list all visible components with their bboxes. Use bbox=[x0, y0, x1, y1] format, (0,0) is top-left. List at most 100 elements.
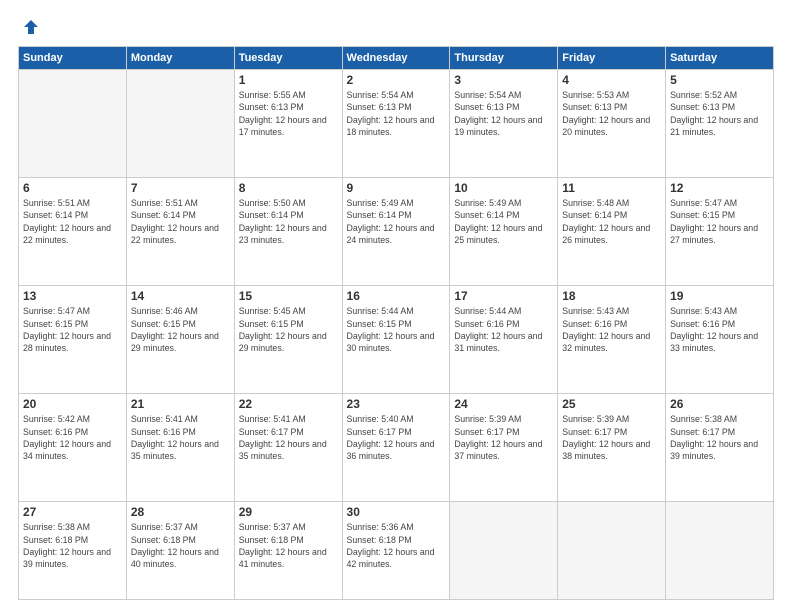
day-number: 29 bbox=[239, 505, 338, 519]
day-info: Sunrise: 5:51 AMSunset: 6:14 PMDaylight:… bbox=[23, 197, 122, 246]
day-number: 17 bbox=[454, 289, 553, 303]
day-number: 16 bbox=[347, 289, 446, 303]
calendar-cell: 25 Sunrise: 5:39 AMSunset: 6:17 PMDayligh… bbox=[558, 394, 666, 502]
day-info: Sunrise: 5:48 AMSunset: 6:14 PMDaylight:… bbox=[562, 197, 661, 246]
day-info: Sunrise: 5:41 AMSunset: 6:17 PMDaylight:… bbox=[239, 413, 338, 462]
day-info: Sunrise: 5:54 AMSunset: 6:13 PMDaylight:… bbox=[347, 89, 446, 138]
day-info: Sunrise: 5:38 AMSunset: 6:18 PMDaylight:… bbox=[23, 521, 122, 570]
calendar-cell: 28 Sunrise: 5:37 AMSunset: 6:18 PMDayligh… bbox=[126, 502, 234, 600]
day-info: Sunrise: 5:44 AMSunset: 6:15 PMDaylight:… bbox=[347, 305, 446, 354]
calendar-cell: 30Sunrise: 5:36 AMSunset: 6:18 PMDayligh… bbox=[342, 502, 450, 600]
day-info: Sunrise: 5:49 AMSunset: 6:14 PMDaylight:… bbox=[347, 197, 446, 246]
day-info: Sunrise: 5:42 AMSunset: 6:16 PMDaylight:… bbox=[23, 413, 122, 462]
day-number: 7 bbox=[131, 181, 230, 195]
calendar-cell: 16 Sunrise: 5:44 AMSunset: 6:15 PMDayligh… bbox=[342, 286, 450, 394]
calendar-cell bbox=[558, 502, 666, 600]
day-number: 20 bbox=[23, 397, 122, 411]
day-info: Sunrise: 5:47 AMSunset: 6:15 PMDaylight:… bbox=[23, 305, 122, 354]
weekday-header-tuesday: Tuesday bbox=[234, 47, 342, 70]
logo bbox=[18, 18, 40, 36]
day-info: Sunrise: 5:43 AMSunset: 6:16 PMDaylight:… bbox=[670, 305, 769, 354]
day-number: 24 bbox=[454, 397, 553, 411]
calendar-cell: 11Sunrise: 5:48 AMSunset: 6:14 PMDayligh… bbox=[558, 178, 666, 286]
calendar-cell bbox=[666, 502, 774, 600]
weekday-header-wednesday: Wednesday bbox=[342, 47, 450, 70]
calendar-cell: 26 Sunrise: 5:38 AMSunset: 6:17 PMDayligh… bbox=[666, 394, 774, 502]
day-info: Sunrise: 5:44 AMSunset: 6:16 PMDaylight:… bbox=[454, 305, 553, 354]
weekday-header-monday: Monday bbox=[126, 47, 234, 70]
day-info: Sunrise: 5:51 AMSunset: 6:14 PMDaylight:… bbox=[131, 197, 230, 246]
calendar-cell: 23 Sunrise: 5:40 AMSunset: 6:17 PMDayligh… bbox=[342, 394, 450, 502]
calendar-cell: 2 Sunrise: 5:54 AMSunset: 6:13 PMDaylight… bbox=[342, 70, 450, 178]
calendar-cell: 19 Sunrise: 5:43 AMSunset: 6:16 PMDayligh… bbox=[666, 286, 774, 394]
day-number: 28 bbox=[131, 505, 230, 519]
calendar-cell bbox=[126, 70, 234, 178]
day-info: Sunrise: 5:55 AMSunset: 6:13 PMDaylight:… bbox=[239, 89, 338, 138]
weekday-header-saturday: Saturday bbox=[666, 47, 774, 70]
day-number: 22 bbox=[239, 397, 338, 411]
day-number: 8 bbox=[239, 181, 338, 195]
day-number: 19 bbox=[670, 289, 769, 303]
week-row-4: 20 Sunrise: 5:42 AMSunset: 6:16 PMDayligh… bbox=[19, 394, 774, 502]
day-number: 5 bbox=[670, 73, 769, 87]
calendar-cell: 8 Sunrise: 5:50 AMSunset: 6:14 PMDaylight… bbox=[234, 178, 342, 286]
day-info: Sunrise: 5:39 AMSunset: 6:17 PMDaylight:… bbox=[562, 413, 661, 462]
day-info: Sunrise: 5:43 AMSunset: 6:16 PMDaylight:… bbox=[562, 305, 661, 354]
day-number: 6 bbox=[23, 181, 122, 195]
day-info: Sunrise: 5:37 AMSunset: 6:18 PMDaylight:… bbox=[239, 521, 338, 570]
calendar-cell: 5 Sunrise: 5:52 AMSunset: 6:13 PMDaylight… bbox=[666, 70, 774, 178]
calendar-cell: 21Sunrise: 5:41 AMSunset: 6:16 PMDayligh… bbox=[126, 394, 234, 502]
calendar-table: SundayMondayTuesdayWednesdayThursdayFrid… bbox=[18, 46, 774, 600]
day-info: Sunrise: 5:50 AMSunset: 6:14 PMDaylight:… bbox=[239, 197, 338, 246]
day-info: Sunrise: 5:47 AMSunset: 6:15 PMDaylight:… bbox=[670, 197, 769, 246]
day-number: 23 bbox=[347, 397, 446, 411]
day-number: 21 bbox=[131, 397, 230, 411]
week-row-1: 1 Sunrise: 5:55 AMSunset: 6:13 PMDaylight… bbox=[19, 70, 774, 178]
logo-icon bbox=[22, 18, 40, 36]
day-number: 2 bbox=[347, 73, 446, 87]
weekday-header-friday: Friday bbox=[558, 47, 666, 70]
day-number: 14 bbox=[131, 289, 230, 303]
day-number: 15 bbox=[239, 289, 338, 303]
weekday-header-sunday: Sunday bbox=[19, 47, 127, 70]
calendar-cell bbox=[19, 70, 127, 178]
calendar-cell: 14 Sunrise: 5:46 AMSunset: 6:15 PMDayligh… bbox=[126, 286, 234, 394]
calendar-cell: 13Sunrise: 5:47 AMSunset: 6:15 PMDayligh… bbox=[19, 286, 127, 394]
day-number: 12 bbox=[670, 181, 769, 195]
day-number: 9 bbox=[347, 181, 446, 195]
calendar-cell: 15 Sunrise: 5:45 AMSunset: 6:15 PMDayligh… bbox=[234, 286, 342, 394]
calendar-cell bbox=[450, 502, 558, 600]
calendar-cell: 4Sunrise: 5:53 AMSunset: 6:13 PMDaylight… bbox=[558, 70, 666, 178]
calendar-cell: 18 Sunrise: 5:43 AMSunset: 6:16 PMDayligh… bbox=[558, 286, 666, 394]
day-number: 18 bbox=[562, 289, 661, 303]
calendar-cell: 20 Sunrise: 5:42 AMSunset: 6:16 PMDayligh… bbox=[19, 394, 127, 502]
day-info: Sunrise: 5:46 AMSunset: 6:15 PMDaylight:… bbox=[131, 305, 230, 354]
day-info: Sunrise: 5:40 AMSunset: 6:17 PMDaylight:… bbox=[347, 413, 446, 462]
calendar-cell: 10 Sunrise: 5:49 AMSunset: 6:14 PMDayligh… bbox=[450, 178, 558, 286]
day-number: 10 bbox=[454, 181, 553, 195]
week-row-3: 13Sunrise: 5:47 AMSunset: 6:15 PMDayligh… bbox=[19, 286, 774, 394]
day-number: 25 bbox=[562, 397, 661, 411]
calendar-cell: 9 Sunrise: 5:49 AMSunset: 6:14 PMDaylight… bbox=[342, 178, 450, 286]
calendar-cell: 24 Sunrise: 5:39 AMSunset: 6:17 PMDayligh… bbox=[450, 394, 558, 502]
day-info: Sunrise: 5:37 AMSunset: 6:18 PMDaylight:… bbox=[131, 521, 230, 570]
day-number: 26 bbox=[670, 397, 769, 411]
calendar-cell: 3Sunrise: 5:54 AMSunset: 6:13 PMDaylight… bbox=[450, 70, 558, 178]
day-info: Sunrise: 5:45 AMSunset: 6:15 PMDaylight:… bbox=[239, 305, 338, 354]
day-info: Sunrise: 5:39 AMSunset: 6:17 PMDaylight:… bbox=[454, 413, 553, 462]
day-number: 30 bbox=[347, 505, 446, 519]
week-row-2: 6 Sunrise: 5:51 AMSunset: 6:14 PMDaylight… bbox=[19, 178, 774, 286]
day-number: 27 bbox=[23, 505, 122, 519]
header bbox=[18, 18, 774, 36]
calendar-cell: 27 Sunrise: 5:38 AMSunset: 6:18 PMDayligh… bbox=[19, 502, 127, 600]
day-info: Sunrise: 5:38 AMSunset: 6:17 PMDaylight:… bbox=[670, 413, 769, 462]
day-info: Sunrise: 5:52 AMSunset: 6:13 PMDaylight:… bbox=[670, 89, 769, 138]
calendar-cell: 1 Sunrise: 5:55 AMSunset: 6:13 PMDaylight… bbox=[234, 70, 342, 178]
week-row-5: 27 Sunrise: 5:38 AMSunset: 6:18 PMDayligh… bbox=[19, 502, 774, 600]
page: SundayMondayTuesdayWednesdayThursdayFrid… bbox=[0, 0, 792, 612]
day-number: 1 bbox=[239, 73, 338, 87]
calendar-cell: 12 Sunrise: 5:47 AMSunset: 6:15 PMDayligh… bbox=[666, 178, 774, 286]
day-info: Sunrise: 5:53 AMSunset: 6:13 PMDaylight:… bbox=[562, 89, 661, 138]
day-info: Sunrise: 5:49 AMSunset: 6:14 PMDaylight:… bbox=[454, 197, 553, 246]
weekday-header-thursday: Thursday bbox=[450, 47, 558, 70]
